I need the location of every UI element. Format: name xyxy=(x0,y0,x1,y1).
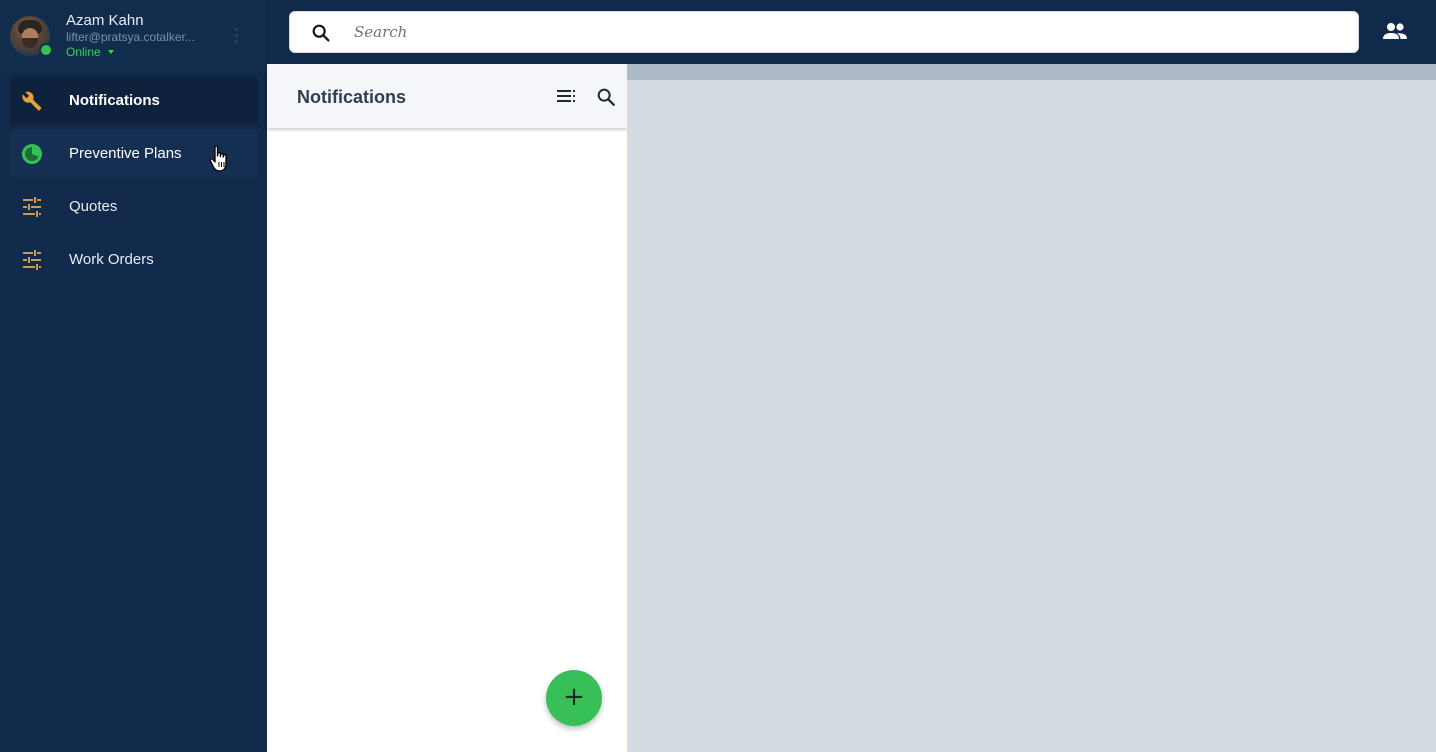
search-input[interactable] xyxy=(354,12,1344,52)
user-email: lifter@pratsya.cotalker... xyxy=(66,30,195,44)
timer-icon xyxy=(22,144,42,164)
chevron-down-icon[interactable] xyxy=(108,50,114,54)
online-status-dot xyxy=(39,43,53,57)
sidebar-item-label: Quotes xyxy=(69,198,118,215)
wrench-icon xyxy=(22,91,42,111)
add-button[interactable]: + xyxy=(546,670,602,726)
sidebar-item-notifications[interactable]: Notifications xyxy=(10,77,258,125)
sidebar-item-quotes[interactable]: Quotes xyxy=(10,183,258,231)
hand-cursor-icon xyxy=(209,145,227,172)
sliders-icon xyxy=(23,197,41,217)
sidebar-item-work-orders[interactable]: Work Orders xyxy=(10,236,258,284)
panel-header: Notifications xyxy=(267,64,627,128)
sidebar: Notifications Preventive Plans Quotes Wo… xyxy=(0,72,267,752)
people-icon[interactable] xyxy=(1382,20,1408,44)
panel-title: Notifications xyxy=(297,87,407,107)
content-header-strip xyxy=(627,64,1436,80)
search-icon[interactable] xyxy=(595,86,617,108)
sidebar-item-label: Notifications xyxy=(69,92,160,109)
notifications-panel: Notifications + xyxy=(267,64,627,752)
more-vert-icon[interactable] xyxy=(233,28,239,46)
app-window: Azam Kahn lifter@pratsya.cotalker... Onl… xyxy=(0,0,1436,752)
sliders-icon xyxy=(23,250,41,270)
filter-list-icon[interactable] xyxy=(556,86,578,106)
status-selector[interactable]: Online xyxy=(66,45,101,59)
search-icon xyxy=(312,24,330,42)
sidebar-item-label: Work Orders xyxy=(69,251,154,268)
global-search[interactable] xyxy=(289,11,1359,53)
main-content xyxy=(627,80,1436,752)
user-name: Azam Kahn xyxy=(66,12,144,29)
user-profile[interactable]: Azam Kahn lifter@pratsya.cotalker... Onl… xyxy=(0,0,267,72)
sidebar-item-label: Preventive Plans xyxy=(69,145,182,162)
